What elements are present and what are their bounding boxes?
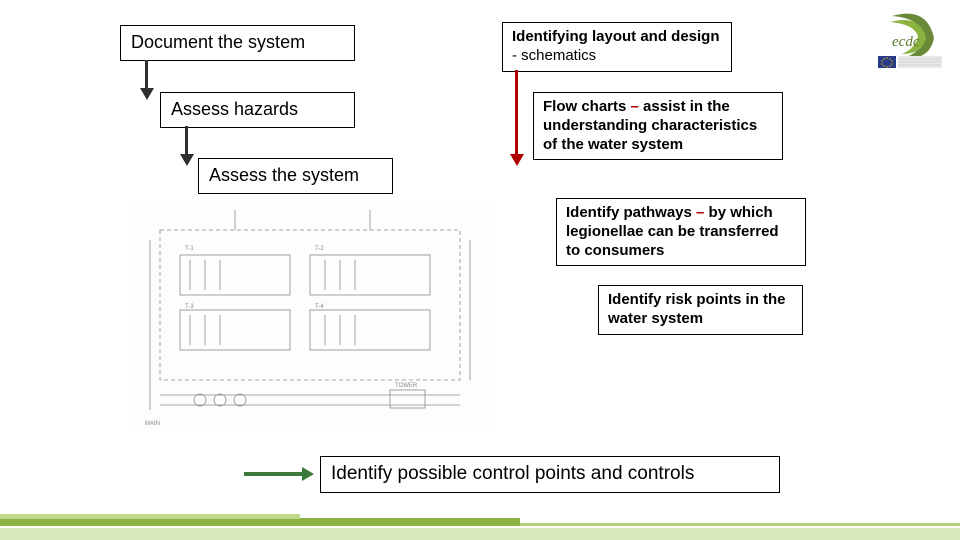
box-identify-pathways: Identify pathways – by which legionellae…: [556, 198, 806, 266]
footer-band: [0, 510, 960, 540]
path-lead: Identify pathways: [566, 204, 692, 221]
svg-text:TOWER: TOWER: [395, 383, 418, 389]
flow-dash: –: [626, 98, 643, 115]
box-flow-charts: Flow charts – assist in the understandin…: [533, 92, 783, 160]
svg-text:T-1: T-1: [185, 246, 194, 252]
svg-text:MAIN: MAIN: [145, 421, 160, 427]
risk-lead: Identify risk points: [608, 291, 741, 308]
step-document-system: Document the system: [120, 25, 355, 61]
svg-text:T-2: T-2: [315, 246, 324, 252]
ecdc-logo: ecdc: [872, 8, 950, 78]
box-layout-design: Identifying layout and design - schemati…: [502, 22, 732, 72]
box-layout-bold: Identifying layout and design: [512, 28, 720, 45]
svg-text:T-3: T-3: [185, 304, 194, 310]
box-risk-points: Identify risk points in the water system: [598, 285, 803, 335]
schematic-diagram: T-1 T-2 T-3 T-4 MAIN TOWER: [130, 200, 490, 430]
svg-text:T-4: T-4: [315, 304, 324, 310]
step-assess-hazards: Assess hazards: [160, 92, 355, 128]
step-assess-system: Assess the system: [198, 158, 393, 194]
logo-text: ecdc: [892, 34, 920, 50]
flow-lead: Flow charts: [543, 98, 626, 115]
box-layout-rest: - schematics: [512, 47, 596, 64]
box-control-points: Identify possible control points and con…: [320, 456, 780, 493]
path-dash: –: [692, 204, 709, 221]
